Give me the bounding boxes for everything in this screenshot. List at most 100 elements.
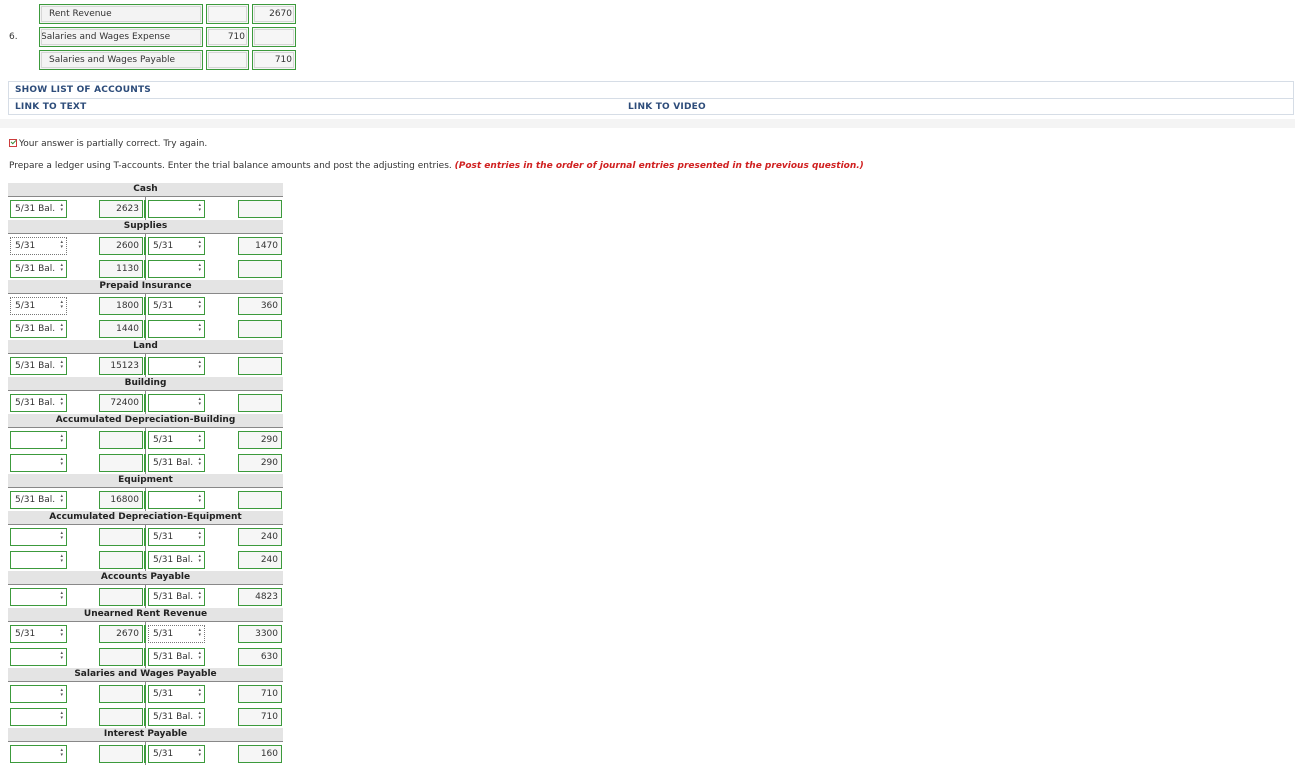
right-amount-field[interactable]: 630: [238, 648, 282, 666]
t-account-title: Salaries and Wages Payable: [8, 668, 283, 681]
right-amount-field[interactable]: 4823: [238, 588, 282, 606]
right-date-select[interactable]: [148, 260, 205, 278]
right-date-select[interactable]: 5/31 Bal.: [148, 708, 205, 726]
left-amount-field[interactable]: 72400: [99, 394, 143, 412]
right-amount-field[interactable]: 290: [238, 431, 282, 449]
left-amount-field[interactable]: 1440: [99, 320, 143, 338]
account-title-field[interactable]: Salaries and Wages Payable: [39, 50, 203, 70]
right-amount-field[interactable]: 240: [238, 551, 282, 569]
left-amount-field[interactable]: 16800: [99, 491, 143, 509]
left-date-select[interactable]: 5/31 Bal.: [10, 260, 67, 278]
t-account-title: Accumulated Depreciation-Equipment: [8, 511, 283, 524]
left-date-select[interactable]: [10, 648, 67, 666]
t-account-title: Equipment: [8, 474, 283, 487]
right-amount-field[interactable]: 290: [238, 454, 282, 472]
left-amount-field[interactable]: 2670: [99, 625, 143, 643]
right-date-select[interactable]: 5/31 Bal.: [148, 454, 205, 472]
section-divider: [0, 119, 1295, 128]
t-account-title: Building: [8, 377, 283, 390]
left-date-select[interactable]: [10, 431, 67, 449]
instructions: Prepare a ledger using T-accounts. Enter…: [9, 161, 864, 171]
left-amount-field[interactable]: [99, 648, 143, 666]
right-amount-field[interactable]: 160: [238, 745, 282, 763]
links-panel: SHOW LIST OF ACCOUNTS LINK TO TEXT LINK …: [8, 81, 1294, 115]
left-amount-field[interactable]: 1800: [99, 297, 143, 315]
left-amount-field[interactable]: [99, 551, 143, 569]
right-amount-field[interactable]: 240: [238, 528, 282, 546]
t-account-title: Prepaid Insurance: [8, 280, 283, 293]
right-amount-field[interactable]: 1470: [238, 237, 282, 255]
left-amount-field[interactable]: [99, 685, 143, 703]
left-amount-field[interactable]: [99, 528, 143, 546]
left-date-select[interactable]: [10, 745, 67, 763]
left-amount-field[interactable]: 15123: [99, 357, 143, 375]
right-date-select[interactable]: 5/31: [148, 431, 205, 449]
right-amount-field[interactable]: 710: [238, 685, 282, 703]
right-amount-field[interactable]: 360: [238, 297, 282, 315]
right-date-select[interactable]: 5/31: [148, 745, 205, 763]
account-title-field[interactable]: Rent Revenue: [39, 4, 203, 24]
left-date-select[interactable]: [10, 708, 67, 726]
left-date-select[interactable]: 5/31: [10, 625, 67, 643]
left-amount-field[interactable]: 2623: [99, 200, 143, 218]
right-date-select[interactable]: [148, 394, 205, 412]
right-date-select[interactable]: 5/31: [148, 297, 205, 315]
left-amount-field[interactable]: [99, 454, 143, 472]
left-date-select[interactable]: 5/31 Bal.: [10, 491, 67, 509]
left-date-select[interactable]: 5/31 Bal.: [10, 357, 67, 375]
right-amount-field[interactable]: 710: [238, 708, 282, 726]
left-amount-field[interactable]: [99, 431, 143, 449]
left-amount-field[interactable]: 1130: [99, 260, 143, 278]
left-date-select[interactable]: [10, 551, 67, 569]
left-amount-field[interactable]: 2600: [99, 237, 143, 255]
right-date-select[interactable]: 5/31 Bal.: [148, 648, 205, 666]
right-date-select[interactable]: 5/31: [148, 237, 205, 255]
left-date-select[interactable]: 5/31: [10, 297, 67, 315]
account-title-field[interactable]: Salaries and Wages Expense: [39, 27, 203, 47]
right-date-select[interactable]: [148, 320, 205, 338]
right-date-select[interactable]: 5/31 Bal.: [148, 588, 205, 606]
right-date-select[interactable]: 5/31: [148, 685, 205, 703]
right-date-select[interactable]: 5/31: [148, 528, 205, 546]
right-amount-field[interactable]: [238, 320, 282, 338]
right-date-select[interactable]: 5/31: [148, 625, 205, 643]
left-date-select[interactable]: 5/31 Bal.: [10, 200, 67, 218]
answer-status: Your answer is partially correct. Try ag…: [9, 139, 207, 149]
right-amount-field[interactable]: [238, 200, 282, 218]
left-date-select[interactable]: [10, 588, 67, 606]
link-to-video[interactable]: LINK TO VIDEO: [628, 102, 706, 112]
right-amount-field[interactable]: [238, 394, 282, 412]
partial-check-icon: [9, 139, 17, 147]
left-date-select[interactable]: 5/31 Bal.: [10, 320, 67, 338]
right-amount-field[interactable]: [238, 491, 282, 509]
left-date-select[interactable]: 5/31: [10, 237, 67, 255]
debit-field[interactable]: 710: [206, 27, 249, 47]
right-amount-field[interactable]: [238, 260, 282, 278]
t-account-title: Cash: [8, 183, 283, 196]
credit-field[interactable]: 2670: [252, 4, 296, 24]
show-list-of-accounts-link[interactable]: SHOW LIST OF ACCOUNTS: [15, 85, 151, 95]
left-date-select[interactable]: [10, 685, 67, 703]
t-account-title: Unearned Rent Revenue: [8, 608, 283, 621]
right-date-select[interactable]: [148, 200, 205, 218]
link-to-text[interactable]: LINK TO TEXT: [15, 102, 86, 112]
t-account-title: Supplies: [8, 220, 283, 233]
t-account-title: Land: [8, 340, 283, 353]
credit-field[interactable]: [252, 27, 296, 47]
right-amount-field[interactable]: 3300: [238, 625, 282, 643]
right-date-select[interactable]: 5/31 Bal.: [148, 551, 205, 569]
t-account-title: Accounts Payable: [8, 571, 283, 584]
left-amount-field[interactable]: [99, 588, 143, 606]
credit-field[interactable]: 710: [252, 50, 296, 70]
left-date-select[interactable]: [10, 454, 67, 472]
right-date-select[interactable]: [148, 357, 205, 375]
right-date-select[interactable]: [148, 491, 205, 509]
right-amount-field[interactable]: [238, 357, 282, 375]
left-amount-field[interactable]: [99, 708, 143, 726]
left-date-select[interactable]: 5/31 Bal.: [10, 394, 67, 412]
debit-field[interactable]: [206, 4, 249, 24]
debit-field[interactable]: [206, 50, 249, 70]
left-amount-field[interactable]: [99, 745, 143, 763]
left-date-select[interactable]: [10, 528, 67, 546]
t-account-title: Accumulated Depreciation-Building: [8, 414, 283, 427]
